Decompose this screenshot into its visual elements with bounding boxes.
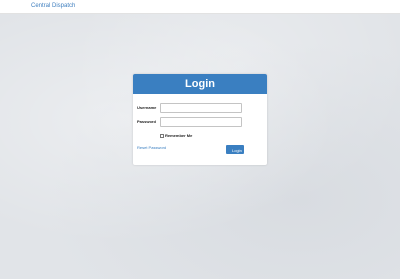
- login-button[interactable]: Login: [226, 145, 244, 154]
- reset-password-link[interactable]: Reset Password: [137, 145, 166, 151]
- top-navbar: Central Dispatch: [0, 0, 400, 14]
- remember-me-checkbox[interactable]: [160, 134, 164, 138]
- remember-me-row: Remember Me: [160, 133, 192, 139]
- password-row: Password: [137, 117, 263, 128]
- password-input[interactable]: [160, 117, 242, 127]
- remember-me-label: Remember Me: [165, 133, 193, 138]
- username-input[interactable]: [160, 103, 242, 113]
- username-row: Username: [137, 103, 263, 114]
- login-panel-title: Login: [133, 74, 267, 94]
- username-label: Username: [137, 105, 157, 110]
- login-panel: Login Username Password Remember Me Rese…: [133, 74, 267, 165]
- brand-link[interactable]: Central Dispatch: [31, 3, 75, 10]
- password-label: Password: [137, 119, 156, 124]
